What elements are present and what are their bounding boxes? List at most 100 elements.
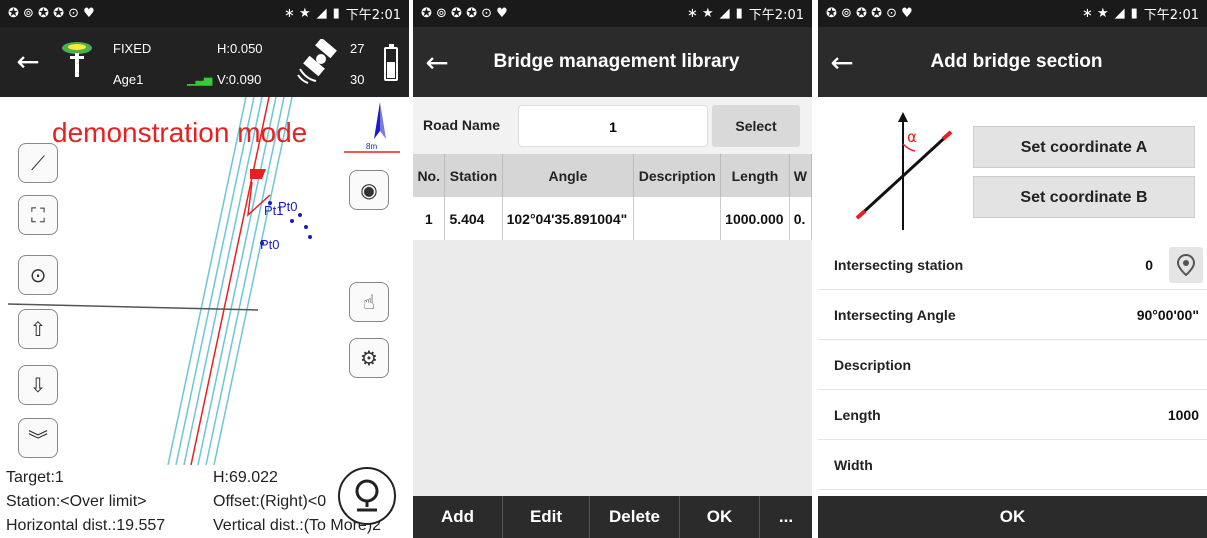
edit-button[interactable]: Edit <box>503 496 590 538</box>
touch-icon: ☝ <box>362 290 376 314</box>
alpha-label: α <box>907 128 917 146</box>
v-precision: V:0.090 <box>217 72 262 87</box>
survey-screen: ✪ ⊚ ✪ ✪ ⊙ ♥ ∗ ★ ◢ ▮ 下午2:01 ← FIXED Age1 … <box>0 0 409 538</box>
pick-station-button[interactable] <box>1169 247 1203 283</box>
station-value[interactable]: 0 <box>1145 257 1153 273</box>
expand-button[interactable]: ︾ <box>18 418 58 458</box>
status-bar: ✪ ⊚ ✪ ✪ ⊙ ♥ ∗ ★ ◢ ▮ 下午2:01 <box>413 0 812 27</box>
intersection-diagram: α <box>855 112 953 230</box>
page-title: Add bridge section <box>930 51 1103 72</box>
ruler-icon: ⟋ <box>31 151 45 175</box>
map-pin-icon <box>1177 254 1195 276</box>
ruler-button[interactable]: ⟋ <box>18 143 58 183</box>
target-label: Target:1 <box>6 469 64 486</box>
zoom-extent-icon: ⛶ <box>31 203 45 227</box>
settings-button[interactable]: ⚙ <box>349 338 389 378</box>
table-header: No. Station Angle Description Length W <box>413 154 812 197</box>
column-header[interactable]: Length <box>720 154 790 197</box>
set-coordinate-b-button[interactable]: Set coordinate B <box>973 176 1195 218</box>
select-road-button[interactable]: Select <box>712 105 800 147</box>
road-name-label: Road Name <box>423 117 501 133</box>
field-label: Intersecting Angle <box>834 307 956 323</box>
column-header[interactable]: W <box>789 154 812 197</box>
cell-no: 1 <box>413 197 446 240</box>
battery-status-icon: ▮ <box>1130 6 1138 21</box>
notification-icon: ✪ ⊚ ✪ ✪ ⊙ ♥ <box>826 6 913 21</box>
more-button[interactable]: ... <box>760 496 812 538</box>
status-time: 下午2:01 <box>1143 8 1199 23</box>
signal-bars-icon: ▁▃▅ <box>187 74 213 86</box>
touch-button[interactable]: ☝ <box>349 282 389 322</box>
field-label: Intersecting station <box>834 257 964 273</box>
add-button[interactable]: Add <box>413 496 503 538</box>
signal-icon: ◢ <box>719 6 730 21</box>
ok-button[interactable]: OK <box>818 496 1207 538</box>
field-description[interactable]: Description <box>818 340 1207 390</box>
receiver-battery-icon <box>384 44 398 81</box>
angle-value[interactable]: 90°00'00" <box>1137 307 1199 323</box>
notification-icon: ✪ ⊚ ✪ ✪ ⊙ ♥ <box>8 6 95 21</box>
bridge-library-screen: ✪ ⊚ ✪ ✪ ⊙ ♥ ∗ ★ ◢ ▮ 下午2:01 ← Bridge mana… <box>413 0 812 538</box>
battery-status-icon: ▮ <box>332 6 340 21</box>
locate-button[interactable]: ⊙ <box>18 255 58 295</box>
cell-description <box>633 197 722 240</box>
signal-icon: ◢ <box>1114 6 1125 21</box>
layers-icon: ◉ <box>360 178 378 202</box>
satellites-tracked: 27 <box>350 41 365 56</box>
length-value[interactable]: 1000 <box>1168 407 1199 423</box>
title-bar: ← Add bridge section <box>818 27 1207 97</box>
delete-button[interactable]: Delete <box>590 496 680 538</box>
bluetooth-icon: ∗ ★ <box>283 6 311 21</box>
page-title: Bridge management library <box>493 51 740 72</box>
table-row[interactable]: 1 5.404 102°04'35.891004" 1000.000 0. <box>413 197 812 240</box>
horizontal-distance: Horizontal dist.:19.557 <box>6 517 166 534</box>
pan-down-button[interactable]: ⇩ <box>18 365 58 405</box>
back-button[interactable]: ← <box>818 46 866 79</box>
bridge-table: No. Station Angle Description Length W 1… <box>413 154 812 240</box>
pan-up-button[interactable]: ⇧ <box>18 309 58 349</box>
bluetooth-icon: ∗ ★ <box>686 6 714 21</box>
map-point-label: Pt0 <box>278 199 298 214</box>
signal-icon: ◢ <box>316 6 327 21</box>
column-header[interactable]: No. <box>413 154 446 197</box>
location-pin-icon <box>355 479 379 512</box>
expand-icon: ︾ <box>28 427 48 452</box>
status-time: 下午2:01 <box>345 8 401 23</box>
age-value: Age1 <box>113 72 144 87</box>
zoom-extent-button[interactable]: ⛶ <box>18 195 58 235</box>
set-coordinate-a-button[interactable]: Set coordinate A <box>973 126 1195 168</box>
column-header[interactable]: Station <box>444 154 503 197</box>
add-bridge-section-screen: ✪ ⊚ ✪ ✪ ⊙ ♥ ∗ ★ ◢ ▮ 下午2:01 ← Add bridge … <box>818 0 1207 538</box>
ok-button[interactable]: OK <box>680 496 760 538</box>
location-pin-button[interactable] <box>338 467 396 525</box>
column-header[interactable]: Angle <box>502 154 635 197</box>
column-header[interactable]: Description <box>633 154 722 197</box>
height-label: H:69.022 <box>213 469 278 486</box>
h-precision: H:0.050 <box>217 41 263 56</box>
field-length[interactable]: Length 1000 <box>818 390 1207 440</box>
field-label: Width <box>834 457 873 473</box>
pan-up-icon: ⇧ <box>29 317 47 341</box>
status-time: 下午2:01 <box>748 8 804 23</box>
gnss-receiver-icon[interactable] <box>60 39 94 79</box>
cell-length: 1000.000 <box>720 197 790 240</box>
map-canvas[interactable]: Pt1 Pt0 Pt0 8m demonstration mode <box>0 96 409 466</box>
cell-width: 0. <box>789 197 812 240</box>
field-label: Description <box>834 357 912 373</box>
field-label: Length <box>834 407 881 423</box>
field-intersecting-angle[interactable]: Intersecting Angle 90°00'00" <box>818 290 1207 340</box>
satellite-icon[interactable] <box>296 39 342 85</box>
action-bar: Add Edit Delete OK ... <box>413 496 812 538</box>
field-intersecting-station[interactable]: Intersecting station 0 <box>818 240 1207 290</box>
back-button[interactable]: ← <box>413 46 461 79</box>
field-width[interactable]: Width <box>818 440 1207 490</box>
road-name-input[interactable]: 1 <box>518 105 708 147</box>
back-button[interactable]: ← <box>4 45 52 78</box>
satellites-used: 30 <box>350 72 365 87</box>
gnss-header: ← FIXED Age1 ▁▃▅ H:0.050 V:0.090 27 30 <box>0 27 409 97</box>
scale-label: 8m <box>366 142 377 151</box>
road-selector: Road Name 1 Select <box>413 97 812 154</box>
layers-button[interactable]: ◉ <box>349 170 389 210</box>
status-bar: ✪ ⊚ ✪ ✪ ⊙ ♥ ∗ ★ ◢ ▮ 下午2:01 <box>818 0 1207 27</box>
offset-label: Offset:(Right)<0 <box>213 493 327 510</box>
